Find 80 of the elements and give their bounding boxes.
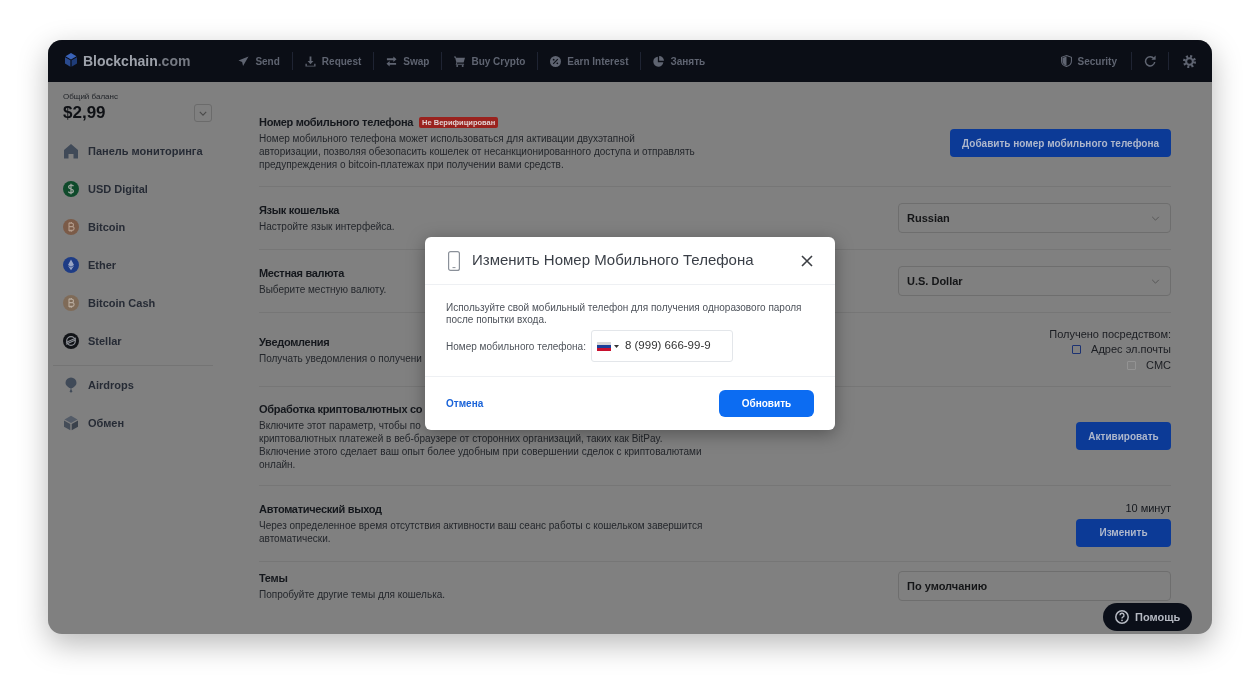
balloon-icon bbox=[63, 377, 79, 393]
checkbox[interactable] bbox=[1072, 345, 1082, 354]
sidebar-item[interactable]: Панель мониторинга bbox=[63, 132, 228, 170]
sidebar-item[interactable]: Stellar bbox=[63, 322, 228, 360]
phone-icon bbox=[448, 250, 460, 271]
setting-title: Язык кошелька bbox=[259, 203, 340, 217]
close-icon bbox=[801, 254, 813, 267]
update-button[interactable]: Обновить bbox=[719, 390, 814, 417]
setting-description: Получать уведомления о получени bbox=[259, 351, 422, 365]
sidebar-item[interactable]: Обмен bbox=[63, 404, 228, 442]
dialog-text: Используйте свой мобильный телефон для получения одноразового пароля после попытки входа. bbox=[446, 302, 803, 326]
setting-description: Через определенное время отсутствия активности ваш сеанс работы с кошельком завершится автоматически. bbox=[259, 519, 703, 545]
setting-description: Настройте язык интерфейса. bbox=[259, 220, 395, 233]
bitcoin-coin-icon bbox=[63, 219, 79, 235]
caret-icon bbox=[613, 344, 619, 348]
cancel-link[interactable]: Отмена bbox=[446, 396, 484, 411]
logo-icon bbox=[63, 53, 79, 69]
balance-label: Общий баланс bbox=[63, 92, 119, 102]
setting-description: Номер мобильного телефона может использоваться для активации двухэтапной авторизации, позволяя обезопасить кошелек от несанкционированного доступа и отправлять предупреждения о bitcoin-платежах при получении вами средств. bbox=[259, 132, 695, 171]
balance-amount: $2,99 bbox=[63, 102, 106, 125]
phone-input[interactable]: 8 (999) 666-99-9 bbox=[624, 337, 731, 355]
country-picker[interactable] bbox=[596, 341, 619, 351]
download-icon bbox=[304, 55, 316, 67]
gear-icon bbox=[1183, 54, 1196, 68]
setting-description: Попробуйте другие темы для кошелька. bbox=[259, 588, 446, 601]
nav-link[interactable]: Send bbox=[226, 53, 292, 69]
setting-title: Местная валюта bbox=[259, 266, 345, 280]
dropdown[interactable]: U.S. Dollar bbox=[898, 266, 1171, 296]
cart-icon bbox=[454, 55, 466, 67]
nav-link[interactable]: Занять bbox=[641, 53, 718, 69]
action-button[interactable]: Активировать bbox=[1076, 422, 1171, 450]
checkbox-label: Адрес эл.почты bbox=[1091, 342, 1171, 358]
nav-link[interactable]: Request bbox=[292, 53, 374, 69]
bitcoin-cash-coin-icon bbox=[63, 295, 79, 311]
dropdown[interactable]: По умолчанию bbox=[898, 571, 1171, 601]
nav-link[interactable]: Earn Interest bbox=[538, 53, 641, 69]
sidebar-item[interactable]: Bitcoin Cash bbox=[63, 284, 228, 322]
setting-description: Включите этот параметр, чтобы по bbox=[259, 418, 422, 432]
flag-icon bbox=[596, 341, 611, 351]
sidebar-item[interactable]: Bitcoin bbox=[63, 208, 228, 246]
pie-chart-icon bbox=[653, 55, 665, 67]
close-button[interactable] bbox=[801, 254, 813, 267]
setting-title: Автоматический выход bbox=[259, 502, 382, 516]
setting-title: Уведомления bbox=[259, 334, 330, 349]
setting-title: Темы bbox=[259, 571, 288, 585]
ether-coin-icon bbox=[63, 257, 79, 273]
cube-icon bbox=[63, 415, 79, 431]
refresh-icon bbox=[1144, 55, 1156, 67]
dollar-coin-icon bbox=[63, 181, 79, 197]
field-label: Номер мобильного телефона: bbox=[446, 339, 586, 354]
setting-description: криптовалютных платежей в веб-браузере от сторонних организаций, таких как BitPay. Включение этого сделает ваш опыт более удобным при совершении сделок с криптовалютами онлайн. bbox=[259, 431, 702, 471]
stellar-coin-icon bbox=[63, 333, 79, 349]
nav-link[interactable]: Buy Crypto bbox=[442, 53, 538, 69]
dialog-title: Изменить Номер Мобильного Телефона bbox=[472, 250, 754, 271]
dropdown[interactable]: Russian bbox=[898, 203, 1171, 233]
help-button[interactable]: Помощь bbox=[1103, 603, 1193, 631]
option-group-label: Получено посредством: bbox=[1049, 326, 1171, 342]
swap-arrows-icon bbox=[386, 55, 398, 67]
phone-field[interactable]: 8 (999) 666-99-9 bbox=[590, 330, 733, 362]
home-icon bbox=[63, 143, 79, 159]
sidebar-item[interactable]: Ether bbox=[63, 246, 228, 284]
setting-title: Номер мобильного телефона bbox=[259, 115, 414, 129]
nav-link[interactable]: Swap bbox=[374, 53, 442, 69]
shield-icon bbox=[1060, 55, 1072, 67]
chevron-down-icon bbox=[1151, 215, 1160, 221]
help-icon bbox=[1115, 610, 1129, 624]
setting-value: 10 минут bbox=[1125, 500, 1171, 515]
security-link[interactable]: Security bbox=[1060, 53, 1131, 69]
chevron-down-icon bbox=[1151, 278, 1160, 284]
setting-description: Выберите местную валюту. bbox=[259, 283, 387, 296]
percent-icon bbox=[550, 55, 562, 67]
sidebar-item[interactable]: USD Digital bbox=[63, 170, 228, 208]
setting-title: Обработка криптовалютных со bbox=[259, 401, 423, 416]
sidebar-item[interactable]: Airdrops bbox=[63, 366, 228, 404]
chevron-down-icon bbox=[199, 110, 207, 116]
logo-text: Blockchain.com bbox=[83, 51, 191, 71]
action-button[interactable]: Изменить bbox=[1076, 518, 1171, 547]
action-button[interactable]: Добавить номер мобильного телефона bbox=[950, 129, 1171, 157]
paper-plane-icon bbox=[238, 55, 250, 67]
checkbox-label: СМС bbox=[1146, 358, 1171, 374]
